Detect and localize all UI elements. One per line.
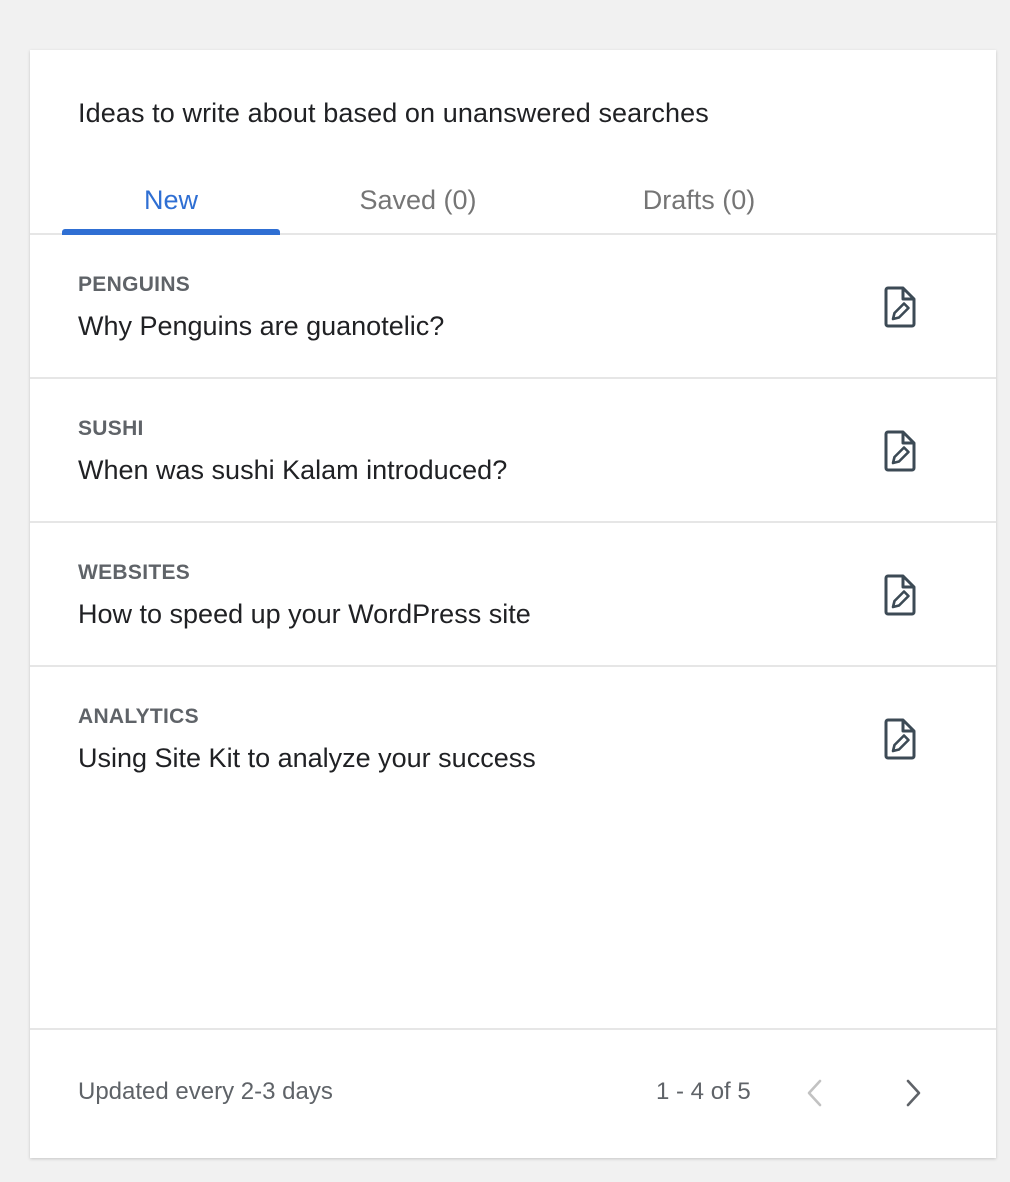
- create-draft-icon[interactable]: [879, 429, 921, 473]
- idea-topic: PENGUINS: [78, 273, 191, 296]
- idea-title: When was sushi Kalam introduced?: [78, 455, 508, 485]
- idea-title: How to speed up your WordPress site: [78, 599, 531, 629]
- card-footer: Updated every 2-3 days 1 - 4 of 5: [30, 1028, 996, 1158]
- idea-item: SUSHI When was sushi Kalam introduced?: [30, 379, 996, 523]
- ideas-widget-card: Ideas to write about based on unanswered…: [30, 50, 996, 1158]
- create-draft-icon[interactable]: [879, 717, 921, 761]
- idea-title: Using Site Kit to analyze your success: [78, 743, 536, 773]
- tab-new[interactable]: New: [62, 165, 280, 235]
- idea-topic: SUSHI: [78, 417, 144, 440]
- tab-saved[interactable]: Saved (0): [328, 165, 508, 235]
- create-draft-icon[interactable]: [879, 573, 921, 617]
- idea-title: Why Penguins are guanotelic?: [78, 311, 445, 341]
- next-page-button[interactable]: [896, 1074, 930, 1112]
- idea-item: ANALYTICS Using Site Kit to analyze your…: [30, 667, 996, 811]
- previous-page-button[interactable]: [798, 1074, 832, 1112]
- create-draft-icon[interactable]: [879, 285, 921, 329]
- idea-topic: ANALYTICS: [78, 705, 199, 728]
- tab-drafts[interactable]: Drafts (0): [609, 165, 789, 235]
- idea-item: PENGUINS Why Penguins are guanotelic?: [30, 235, 996, 379]
- idea-item: WEBSITES How to speed up your WordPress …: [30, 523, 996, 667]
- idea-topic: WEBSITES: [78, 561, 191, 584]
- update-frequency-note: Updated every 2-3 days: [78, 1078, 333, 1105]
- tab-bar: New Saved (0) Drafts (0): [30, 165, 996, 235]
- chevron-right-icon: [906, 1079, 921, 1107]
- card-title: Ideas to write about based on unanswered…: [78, 98, 709, 128]
- chevron-left-icon: [807, 1079, 822, 1107]
- pagination-range: 1 - 4 of 5: [656, 1078, 751, 1105]
